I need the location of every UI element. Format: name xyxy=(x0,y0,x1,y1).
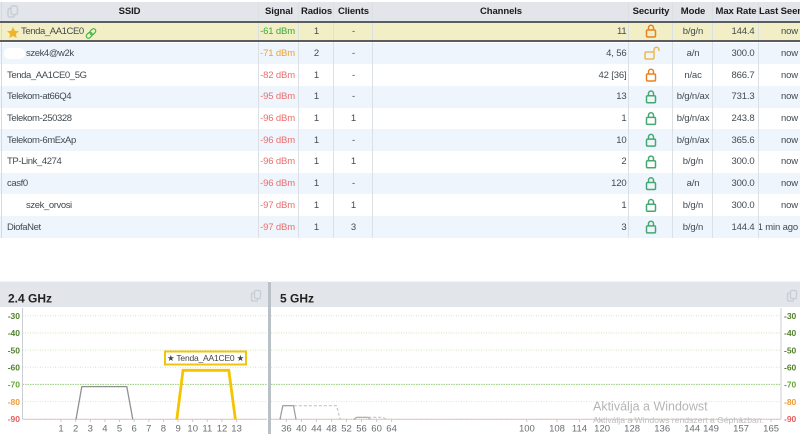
svg-text:11: 11 xyxy=(202,424,212,434)
svg-text:-30: -30 xyxy=(784,311,797,321)
svg-text:36: 36 xyxy=(281,424,292,434)
svg-text:1: 1 xyxy=(58,424,63,434)
svg-text:52: 52 xyxy=(341,424,352,434)
svg-text:44: 44 xyxy=(311,424,322,434)
svg-text:10: 10 xyxy=(187,424,198,434)
svg-text:4: 4 xyxy=(102,424,107,434)
svg-text:-50: -50 xyxy=(784,345,797,355)
svg-text:136: 136 xyxy=(654,424,670,434)
svg-text:128: 128 xyxy=(624,424,640,434)
svg-text:40: 40 xyxy=(296,424,307,434)
svg-text:108: 108 xyxy=(549,424,565,434)
svg-text:56: 56 xyxy=(356,424,367,434)
svg-text:149: 149 xyxy=(703,424,719,434)
svg-text:64: 64 xyxy=(386,424,397,434)
svg-text:165: 165 xyxy=(763,424,779,434)
svg-text:★ Tenda_AA1CE0 ★: ★ Tenda_AA1CE0 ★ xyxy=(167,353,245,363)
svg-text:-60: -60 xyxy=(8,363,21,373)
svg-text:-50: -50 xyxy=(8,345,21,355)
svg-text:13: 13 xyxy=(231,424,242,434)
svg-text:5 GHz: 5 GHz xyxy=(280,292,314,306)
svg-text:6: 6 xyxy=(132,424,137,434)
svg-text:60: 60 xyxy=(371,424,382,434)
svg-text:2: 2 xyxy=(73,424,78,434)
svg-text:-40: -40 xyxy=(8,328,21,338)
svg-text:-40: -40 xyxy=(784,328,797,338)
svg-text:144: 144 xyxy=(684,424,700,434)
svg-text:-80: -80 xyxy=(8,397,21,407)
svg-text:-60: -60 xyxy=(784,363,797,373)
svg-text:2.4 GHz: 2.4 GHz xyxy=(8,292,52,306)
svg-text:8: 8 xyxy=(161,424,166,434)
svg-text:-70: -70 xyxy=(8,380,21,390)
svg-text:157: 157 xyxy=(733,424,749,434)
svg-text:9: 9 xyxy=(175,424,180,434)
svg-text:5: 5 xyxy=(117,424,122,434)
svg-text:-90: -90 xyxy=(8,414,21,424)
svg-text:3: 3 xyxy=(88,424,93,434)
svg-text:-80: -80 xyxy=(784,397,797,407)
svg-text:Aktiválja a Windows rendszert: Aktiválja a Windows rendszert a Gépházba… xyxy=(593,415,764,425)
svg-text:-90: -90 xyxy=(784,414,797,424)
svg-text:100: 100 xyxy=(519,424,535,434)
svg-text:-70: -70 xyxy=(784,380,797,390)
svg-text:120: 120 xyxy=(594,424,610,434)
svg-text:48: 48 xyxy=(326,424,337,434)
svg-text:Aktiválja a Windowst: Aktiválja a Windowst xyxy=(593,400,708,414)
svg-text:7: 7 xyxy=(146,424,151,434)
svg-text:12: 12 xyxy=(217,424,228,434)
svg-text:114: 114 xyxy=(572,424,587,434)
svg-text:-30: -30 xyxy=(8,311,21,321)
